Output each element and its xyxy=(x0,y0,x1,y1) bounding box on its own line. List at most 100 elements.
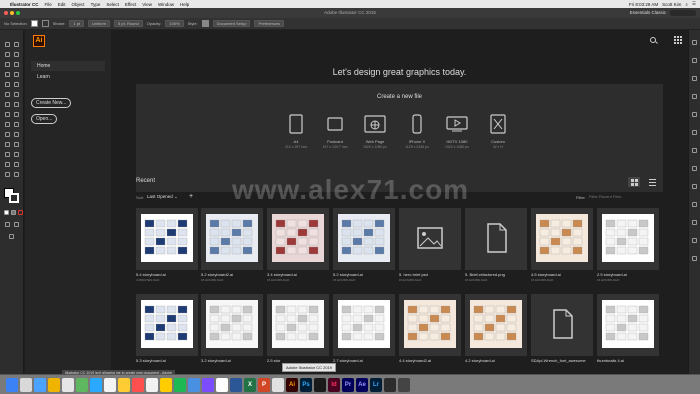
stock-search-input[interactable] xyxy=(670,10,696,16)
app-icon-16[interactable] xyxy=(384,378,396,392)
recent-file-card[interactable] xyxy=(201,208,263,270)
curvature-tool-icon[interactable] xyxy=(14,62,19,67)
style-swatch[interactable] xyxy=(201,20,209,27)
brush-select[interactable]: 5 pt. Round xyxy=(114,20,143,27)
line-tool-icon[interactable] xyxy=(14,72,19,77)
scale-tool-icon[interactable] xyxy=(5,112,10,117)
fill-swatch[interactable] xyxy=(30,20,38,27)
shape-builder-tool-icon[interactable] xyxy=(14,122,19,127)
excel-icon[interactable]: X xyxy=(244,378,256,392)
recent-file-card[interactable] xyxy=(597,294,659,356)
gradient-panel-icon[interactable] xyxy=(692,166,697,171)
premiere-icon[interactable]: Pr xyxy=(342,378,354,392)
appearance-panel-icon[interactable] xyxy=(692,202,697,207)
illustrator-icon[interactable]: Ai xyxy=(286,378,298,392)
preset-web-page[interactable]: Web Page 1920 x 1080 px xyxy=(351,113,399,149)
filter-input[interactable]: Filter Recent Files xyxy=(589,194,621,199)
transparency-panel-icon[interactable] xyxy=(692,184,697,189)
clock[interactable]: Fri 8:03:28 AM xyxy=(629,2,658,7)
menu-file[interactable]: File xyxy=(45,2,52,7)
paintbrush-tool-icon[interactable] xyxy=(14,82,19,87)
properties-panel-icon[interactable] xyxy=(692,40,697,45)
pencil-tool-icon[interactable] xyxy=(14,92,19,97)
lightroom-icon[interactable]: Lr xyxy=(370,378,382,392)
color-mode-icon[interactable] xyxy=(4,210,9,215)
add-icon[interactable]: + xyxy=(189,193,193,200)
app-icon-17[interactable] xyxy=(398,378,410,392)
menu-type[interactable]: Type xyxy=(91,2,101,7)
none-mode-icon[interactable] xyxy=(18,210,23,215)
app-icon-15[interactable] xyxy=(314,378,326,392)
powerpoint-icon[interactable]: P xyxy=(258,378,270,392)
menu-select[interactable]: Select xyxy=(106,2,119,7)
user-name[interactable]: Scott Kim xyxy=(662,2,681,7)
recent-file-card[interactable] xyxy=(267,294,329,356)
hand-tool-icon[interactable] xyxy=(5,172,10,177)
eraser-tool-icon[interactable] xyxy=(5,102,10,107)
recent-file-card[interactable] xyxy=(201,294,263,356)
direct-selection-tool-icon[interactable] xyxy=(14,42,19,47)
recent-file-card[interactable] xyxy=(399,208,461,270)
finder-icon[interactable] xyxy=(6,378,18,392)
nav-learn[interactable]: Learn xyxy=(31,72,105,82)
stroke-swatch[interactable] xyxy=(41,20,49,27)
app-icon-11[interactable] xyxy=(188,378,200,392)
symbols-panel-icon[interactable] xyxy=(692,130,697,135)
layers-panel-icon[interactable] xyxy=(692,238,697,243)
recent-file-card[interactable] xyxy=(531,208,593,270)
menu-window[interactable]: Window xyxy=(158,2,174,7)
stroke-weight-field[interactable]: 1 pt xyxy=(69,20,85,27)
word-icon[interactable] xyxy=(230,378,242,392)
brushes-panel-icon[interactable] xyxy=(692,112,697,117)
menu-edit[interactable]: Edit xyxy=(58,2,66,7)
menu-view[interactable]: View xyxy=(142,2,152,7)
workspace-switcher[interactable]: Essentials Classic xyxy=(630,10,666,15)
blend-tool-icon[interactable] xyxy=(5,152,10,157)
aftereffects-icon[interactable]: Ae xyxy=(356,378,368,392)
list-view-icon[interactable] xyxy=(646,177,658,187)
graphic-styles-panel-icon[interactable] xyxy=(692,220,697,225)
app-icon-5[interactable] xyxy=(104,378,116,392)
preset-custom[interactable]: Custom W x H xyxy=(474,113,522,149)
magic-wand-tool-icon[interactable] xyxy=(5,52,10,57)
app-icon-9[interactable] xyxy=(160,378,172,392)
warp-tool-icon[interactable] xyxy=(14,112,19,117)
type-tool-icon[interactable] xyxy=(5,72,10,77)
app-icon-7[interactable] xyxy=(132,378,144,392)
app-icon-6[interactable] xyxy=(118,378,130,392)
recent-file-card[interactable] xyxy=(465,294,527,356)
open-button[interactable]: Open... xyxy=(31,114,58,124)
screen-mode-icon[interactable] xyxy=(14,222,19,227)
opacity-field[interactable]: 100% xyxy=(165,20,184,27)
graph-tool-icon[interactable] xyxy=(5,162,10,167)
variable-width-select[interactable]: Uniform xyxy=(88,20,111,27)
app-icon-14[interactable] xyxy=(272,378,284,392)
recent-file-card[interactable] xyxy=(597,208,659,270)
photoshop-icon[interactable]: Ps xyxy=(300,378,312,392)
recent-file-card[interactable] xyxy=(465,208,527,270)
rectangle-tool-icon[interactable] xyxy=(5,82,10,87)
recent-file-card[interactable] xyxy=(531,294,593,356)
artboard-tool-icon[interactable] xyxy=(14,162,19,167)
app-icon-2[interactable] xyxy=(62,378,74,392)
search-icon[interactable]: ⌕ xyxy=(685,2,688,7)
search-icon[interactable] xyxy=(650,37,656,43)
mesh-tool-icon[interactable] xyxy=(14,132,19,137)
color-panel-icon[interactable] xyxy=(692,76,697,81)
stroke-color-swatch[interactable] xyxy=(9,193,19,203)
menu-object[interactable]: Object xyxy=(72,2,85,7)
rotate-tool-icon[interactable] xyxy=(14,102,19,107)
recent-file-card[interactable] xyxy=(333,294,395,356)
recent-file-card[interactable] xyxy=(267,208,329,270)
perspective-grid-tool-icon[interactable] xyxy=(5,132,10,137)
recent-file-card[interactable] xyxy=(399,294,461,356)
apps-grid-icon[interactable] xyxy=(674,36,682,44)
artboards-panel-icon[interactable] xyxy=(692,256,697,261)
symbol-sprayer-tool-icon[interactable] xyxy=(14,152,19,157)
stroke-panel-icon[interactable] xyxy=(692,148,697,153)
create-new-button[interactable]: Create New... xyxy=(31,98,72,108)
zoom-tool-icon[interactable] xyxy=(14,172,19,177)
menu-help[interactable]: Help xyxy=(180,2,189,7)
libraries-panel-icon[interactable] xyxy=(692,58,697,63)
menu-list-icon[interactable]: ☰ xyxy=(692,1,696,7)
